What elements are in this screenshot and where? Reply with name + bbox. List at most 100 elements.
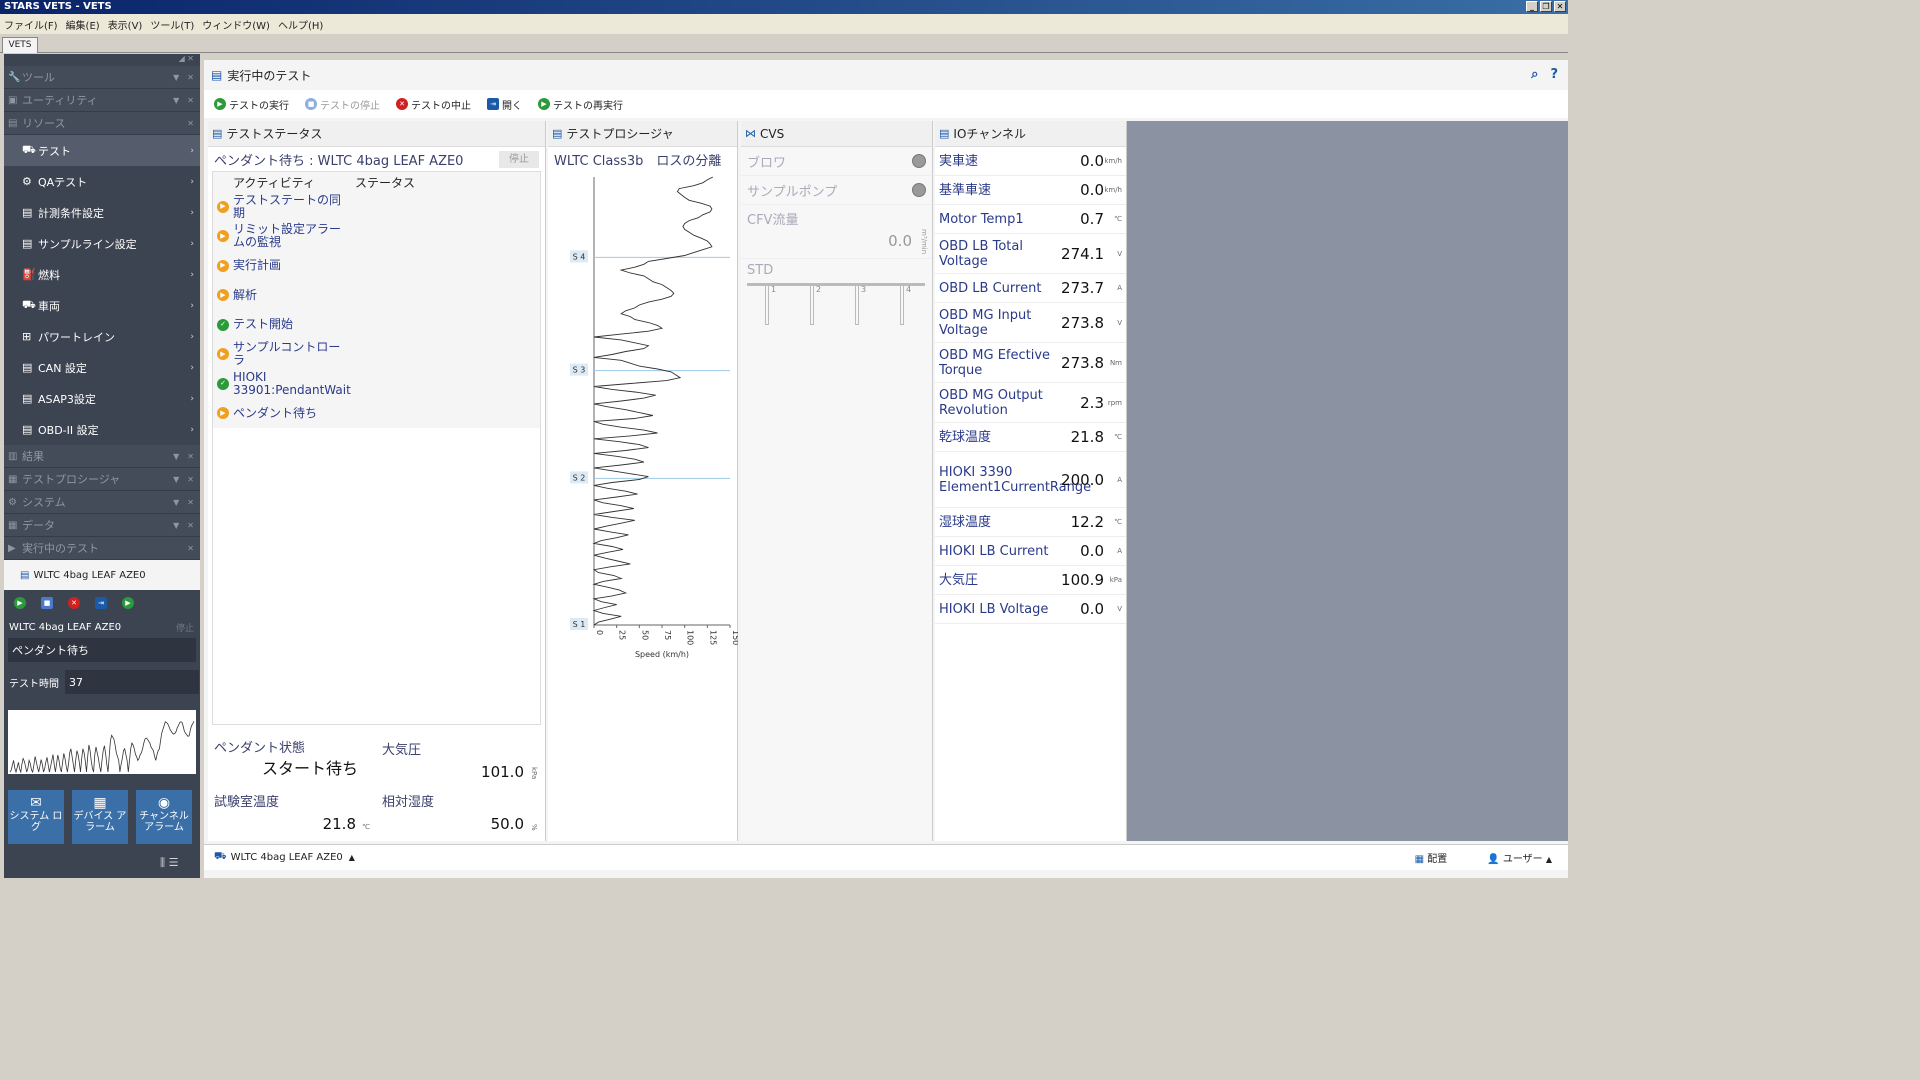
menu-file[interactable]: ファイル(F)	[4, 17, 58, 32]
menu-window[interactable]: ウィンドウ(W)	[202, 17, 270, 32]
sidebar-item-fuel[interactable]: ⛽ 燃料 ›	[4, 259, 200, 290]
activity-row[interactable]: ▶ テストステートの同期	[213, 192, 540, 222]
sidebar-section-system[interactable]: ⚙ システム ▼ ✕	[4, 491, 200, 514]
sidebar-item-qatest[interactable]: ⚙ QAテスト ›	[4, 166, 200, 197]
list-icon[interactable]: ☰	[169, 856, 179, 869]
channel-alarm-button[interactable]: ◉ チャンネル アラーム	[136, 790, 192, 844]
open-icon[interactable]: ⇥	[95, 597, 107, 609]
sidebar-section-resources[interactable]: ▤ リソース ✕	[4, 112, 200, 135]
activity-row[interactable]: ▶ リミット設定アラームの監視	[213, 221, 540, 251]
close-icon[interactable]: ✕	[187, 452, 194, 461]
sidebar-item-asap3[interactable]: ▤ ASAP3設定 ›	[4, 383, 200, 414]
io-row[interactable]: OBD MG Input Voltage 273.8 V	[935, 303, 1126, 343]
user-button[interactable]: 👤 ユーザー ▲	[1487, 850, 1552, 865]
activity-row[interactable]: ▶ 実行計画	[213, 251, 540, 281]
io-row[interactable]: 湿球温度 12.2 ℃	[935, 508, 1126, 537]
io-row[interactable]: 大気圧 100.9 kPa	[935, 566, 1126, 595]
io-row[interactable]: OBD MG Efective Torque 273.8 Nm	[935, 343, 1126, 383]
io-row[interactable]: HIOKI LB Current 0.0 A	[935, 537, 1126, 566]
stop-test-button[interactable]: ■ テストの停止	[305, 97, 380, 112]
collapse-icon[interactable]: ▼	[173, 73, 179, 82]
columns-icon[interactable]: ⫼	[160, 856, 165, 869]
abort-icon[interactable]: ✕	[68, 597, 80, 609]
io-value: 12.2	[1070, 513, 1104, 531]
activity-row[interactable]: ✓ テスト開始	[213, 310, 540, 340]
help-icon[interactable]: ?	[1550, 67, 1558, 82]
run-stop-button[interactable]: 停止	[176, 621, 200, 634]
io-row[interactable]: Motor Temp1 0.7 ℃	[935, 205, 1126, 234]
sidebar-section-utility[interactable]: ▣ ユーティリティ ▼ ✕	[4, 89, 200, 112]
run-test-button[interactable]: ▶ テストの実行	[214, 97, 289, 112]
running-test-item[interactable]: ▤ WLTC 4bag LEAF AZE0	[4, 560, 200, 590]
io-row[interactable]: 実車速 0.0 km/h	[935, 147, 1126, 176]
menu-bar: ファイル(F) 編集(E) 表示(V) ツール(T) ウィンドウ(W) ヘルプ(…	[0, 14, 1568, 34]
sidebar-section-running[interactable]: ▶ 実行中のテスト ✕	[4, 537, 200, 560]
collapse-icon[interactable]: ▼	[173, 521, 179, 530]
collapse-icon[interactable]: ▼	[173, 452, 179, 461]
close-icon[interactable]: ✕	[187, 475, 194, 484]
sidebar-item-sampleline[interactable]: ▤ サンプルライン設定 ›	[4, 228, 200, 259]
sidebar-section-procedure[interactable]: ▦ テストプロシージャ ▼ ✕	[4, 468, 200, 491]
stop-icon[interactable]: ■	[41, 597, 53, 609]
minimize-button[interactable]: _	[1526, 1, 1538, 12]
io-row[interactable]: HIOKI 3390 Element1CurrentRange 200.0 A	[935, 452, 1126, 508]
menu-edit[interactable]: 編集(E)	[66, 17, 100, 32]
close-icon[interactable]: ✕	[187, 73, 194, 82]
sidebar-close-icon[interactable]: ✕	[187, 54, 194, 63]
pin-icon[interactable]: ◢	[179, 54, 185, 63]
cfv-value: 0.0	[888, 232, 912, 250]
menu-help[interactable]: ヘルプ(H)	[278, 17, 323, 32]
sidebar-item-test[interactable]: ⛟ テスト ›	[4, 135, 200, 166]
activity-row[interactable]: ▶ ペンダント待ち	[213, 398, 540, 428]
std-row: STD 1234	[741, 259, 932, 341]
io-row[interactable]: 乾球温度 21.8 ℃	[935, 423, 1126, 452]
io-value: 273.8	[1061, 313, 1104, 332]
status-test-name[interactable]: WLTC 4bag LEAF AZE0	[231, 852, 343, 863]
io-unit: V	[1117, 249, 1122, 258]
restore-button[interactable]: ❐	[1540, 1, 1552, 12]
close-icon[interactable]: ✕	[187, 119, 194, 128]
abort-test-button[interactable]: ✕ テストの中止	[396, 97, 471, 112]
search-icon[interactable]: ⌕	[1531, 67, 1538, 82]
activity-row[interactable]: ▶ サンプルコントローラ	[213, 339, 540, 369]
rerun-icon[interactable]: ▶	[122, 597, 134, 609]
sidebar-item-powertrain[interactable]: ⊞ パワートレイン ›	[4, 321, 200, 352]
close-button[interactable]: ✕	[1554, 1, 1566, 12]
sidebar-section-tools[interactable]: 🔧 ツール ▼ ✕	[4, 66, 200, 89]
layout-button[interactable]: ▦ 配置	[1415, 850, 1448, 865]
activity-row[interactable]: ▶ 解析	[213, 280, 540, 310]
run-icon[interactable]: ▶	[14, 597, 26, 609]
rerun-test-button[interactable]: ▶ テストの再実行	[538, 97, 623, 112]
collapse-icon[interactable]: ▼	[173, 475, 179, 484]
sidebar-section-results[interactable]: ▥ 結果 ▼ ✕	[4, 445, 200, 468]
tab-vets[interactable]: VETS	[2, 37, 38, 53]
main-area: ▤ 実行中のテスト ⌕? ▶ テストの実行 ■ テストの停止 ✕ テストの中止 ⇥ 開く…	[204, 60, 1568, 878]
caret-up-icon[interactable]: ▲	[349, 853, 355, 862]
x-tick-label: 150	[731, 630, 738, 645]
io-row[interactable]: HIOKI LB Voltage 0.0 V	[935, 595, 1126, 624]
close-icon[interactable]: ✕	[187, 521, 194, 530]
open-button[interactable]: ⇥ 開く	[487, 97, 522, 112]
stop-button[interactable]: 停止	[499, 150, 539, 168]
sidebar-item-obd2[interactable]: ▤ OBD-II 設定 ›	[4, 414, 200, 445]
close-icon[interactable]: ✕	[187, 544, 194, 553]
io-row[interactable]: OBD LB Total Voltage 274.1 V	[935, 234, 1126, 274]
sidebar-item-vehicle[interactable]: ⛟ 車両 ›	[4, 290, 200, 321]
chevron-right-icon: ›	[190, 176, 194, 187]
device-alarm-button[interactable]: ▦ デバイス アラーム	[72, 790, 128, 844]
collapse-icon[interactable]: ▼	[173, 96, 179, 105]
activity-row[interactable]: ✓ HIOKI 33901:PendantWait	[213, 369, 540, 399]
menu-tools[interactable]: ツール(T)	[150, 17, 194, 32]
io-row[interactable]: 基準車速 0.0 km/h	[935, 176, 1126, 205]
close-icon[interactable]: ✕	[187, 96, 194, 105]
io-row[interactable]: OBD MG Output Revolution 2.3 rpm	[935, 383, 1126, 423]
system-log-button[interactable]: ✉ システム ログ	[8, 790, 64, 844]
menu-view[interactable]: 表示(V)	[108, 17, 143, 32]
collapse-icon[interactable]: ▼	[173, 498, 179, 507]
close-icon[interactable]: ✕	[187, 498, 194, 507]
activity-label: リミット設定アラームの監視	[233, 222, 342, 250]
sidebar-section-data[interactable]: ▦ データ ▼ ✕	[4, 514, 200, 537]
io-row[interactable]: OBD LB Current 273.7 A	[935, 274, 1126, 303]
sidebar-item-can[interactable]: ▤ CAN 設定 ›	[4, 352, 200, 383]
sidebar-item-measurement[interactable]: ▤ 計測条件設定 ›	[4, 197, 200, 228]
